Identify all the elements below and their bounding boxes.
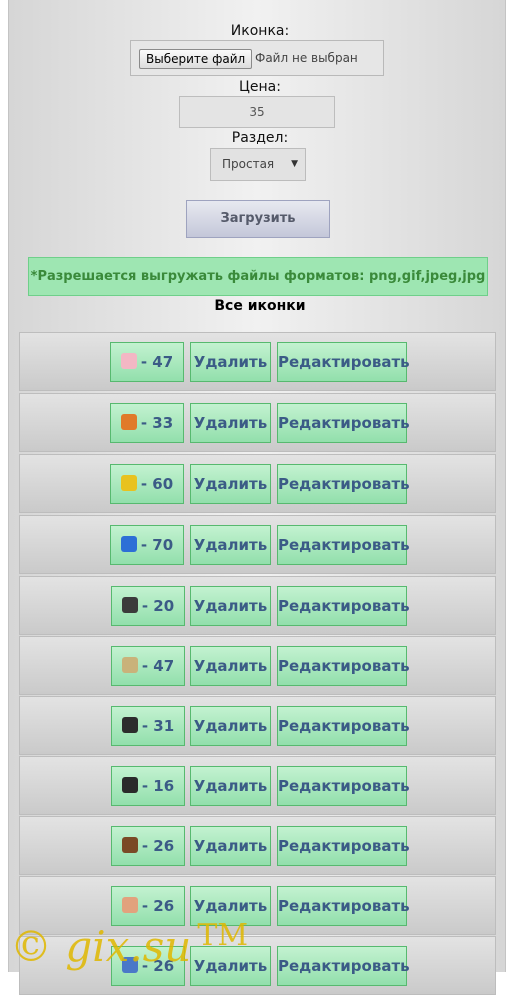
upload-button[interactable]: Загрузить xyxy=(186,200,330,238)
icon-row: - 70 Удалить Редактировать xyxy=(19,515,496,574)
icon-price-button[interactable]: - 70 xyxy=(110,525,184,565)
icon-price-button[interactable]: - 20 xyxy=(111,586,185,626)
choose-file-button[interactable]: Выберите файл xyxy=(139,49,253,69)
soldier-avatar-icon xyxy=(121,597,138,613)
icon-row: - 33 Удалить Редактировать xyxy=(19,393,496,452)
section-select[interactable]: Простая ▼ xyxy=(210,148,306,181)
icon-price: - 31 xyxy=(141,717,175,735)
delete-button[interactable]: Удалить xyxy=(190,826,271,866)
icon-price: - 26 xyxy=(141,837,175,855)
file-status-text: Файл не выбран xyxy=(255,51,358,65)
edit-button[interactable]: Редактировать xyxy=(277,646,410,686)
section-label: Раздел: xyxy=(231,130,289,146)
ukraine-heart-icon xyxy=(120,536,137,552)
icon-price-button[interactable]: - 31 xyxy=(111,706,185,746)
chevron-down-icon: ▼ xyxy=(291,159,298,169)
icon-price: - 47 xyxy=(140,353,174,371)
price-label: Цена: xyxy=(239,79,281,95)
edit-button[interactable]: Редактировать xyxy=(277,706,410,746)
icon-price-button[interactable]: - 33 xyxy=(110,403,184,443)
icon-row: - 26 Удалить Редактировать xyxy=(19,936,496,995)
icon-row: - 26 Удалить Редактировать xyxy=(19,876,496,935)
edit-button[interactable]: Редактировать xyxy=(277,403,410,443)
icon-row: - 16 Удалить Редактировать xyxy=(19,756,496,815)
icon-price-button[interactable]: - 26 xyxy=(111,946,185,986)
icon-price-button[interactable]: - 60 xyxy=(110,464,184,504)
icon-row: - 20 Удалить Редактировать xyxy=(19,576,496,635)
edit-button[interactable]: Редактировать xyxy=(277,946,410,986)
delete-button[interactable]: Удалить xyxy=(190,946,271,986)
icon-price: - 26 xyxy=(141,957,175,975)
icon-row: - 47 Удалить Редактировать xyxy=(19,636,496,695)
blue-dress-avatar-icon xyxy=(121,957,138,973)
icon-price-button[interactable]: - 26 xyxy=(111,826,185,866)
edit-button[interactable]: Редактировать xyxy=(277,826,410,866)
delete-button[interactable]: Удалить xyxy=(190,586,271,626)
icon-price-button[interactable]: - 16 xyxy=(111,766,185,806)
girl-avatar-icon xyxy=(120,353,137,369)
icon-price: - 33 xyxy=(140,414,174,432)
edit-button[interactable]: Редактировать xyxy=(277,525,410,565)
icon-price: - 70 xyxy=(140,536,174,554)
delete-button[interactable]: Удалить xyxy=(190,342,271,382)
delete-button[interactable]: Удалить xyxy=(190,646,271,686)
gold-coins-icon xyxy=(120,475,137,491)
icon-price-button[interactable]: - 26 xyxy=(111,886,185,926)
delete-button[interactable]: Удалить xyxy=(190,886,271,926)
dark-hair-avatar-icon xyxy=(121,777,138,793)
icon-price: - 47 xyxy=(141,657,175,675)
icon-price-button[interactable]: - 47 xyxy=(110,342,184,382)
icon-row: - 26 Удалить Редактировать xyxy=(19,816,496,875)
icon-row: - 47 Удалить Редактировать xyxy=(19,332,496,391)
bun-hair-avatar-icon xyxy=(121,897,138,913)
all-icons-title: Все иконки xyxy=(214,298,306,314)
long-hair-avatar-icon xyxy=(121,837,138,853)
icon-row: - 31 Удалить Редактировать xyxy=(19,696,496,755)
witch-avatar-icon xyxy=(121,717,138,733)
icon-price: - 26 xyxy=(141,897,175,915)
icon-price: - 60 xyxy=(140,475,174,493)
edit-button[interactable]: Редактировать xyxy=(277,464,410,504)
edit-button[interactable]: Редактировать xyxy=(277,586,410,626)
price-input[interactable]: 35 xyxy=(179,96,335,128)
allowed-formats-notice: *Разрешается выгружать файлы форматов: p… xyxy=(28,257,488,296)
icon-price-button[interactable]: - 47 xyxy=(111,646,185,686)
safari-hat-avatar-icon xyxy=(121,657,138,673)
delete-button[interactable]: Удалить xyxy=(190,706,271,746)
file-input[interactable]: Выберите файл Файл не выбран xyxy=(130,40,384,76)
icon-price: - 20 xyxy=(141,597,175,615)
edit-button[interactable]: Редактировать xyxy=(277,342,410,382)
delete-button[interactable]: Удалить xyxy=(190,766,271,806)
delete-button[interactable]: Удалить xyxy=(190,525,271,565)
icon-price: - 16 xyxy=(141,777,175,795)
icon-label: Иконка: xyxy=(230,23,290,39)
edit-button[interactable]: Редактировать xyxy=(277,766,410,806)
icon-row: - 60 Удалить Редактировать xyxy=(19,454,496,513)
delete-button[interactable]: Удалить xyxy=(190,464,271,504)
edit-button[interactable]: Редактировать xyxy=(277,886,410,926)
section-select-value: Простая xyxy=(222,157,275,171)
tiger-face-icon xyxy=(120,414,137,430)
delete-button[interactable]: Удалить xyxy=(190,403,271,443)
